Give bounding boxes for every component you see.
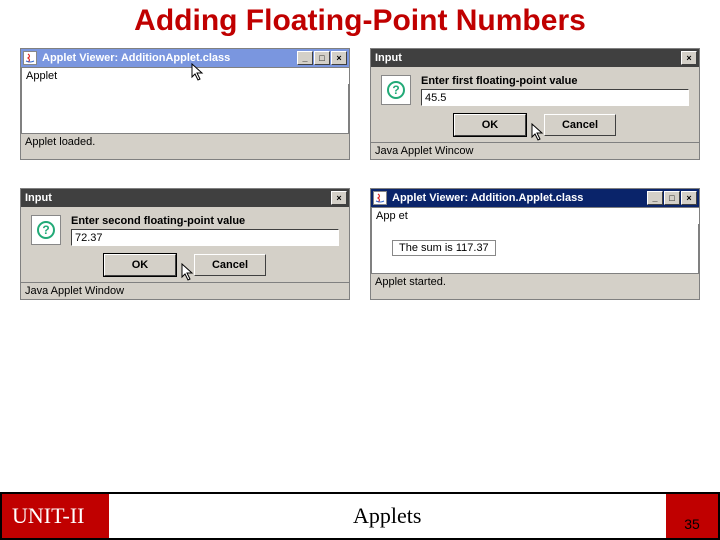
slide-footer: UNIT-II Applets 35: [0, 492, 720, 540]
status-bar: Java Applet Window: [21, 282, 349, 299]
window-controls: ×: [681, 51, 697, 65]
page-number: 35: [666, 494, 718, 538]
status-bar: Java Applet Wincow: [371, 142, 699, 159]
ok-button[interactable]: OK: [104, 254, 176, 276]
applet-menu-label[interactable]: App et: [371, 207, 699, 224]
applet-body: [21, 84, 349, 134]
question-icon: ?: [381, 75, 411, 105]
cancel-button[interactable]: Cancel: [194, 254, 266, 276]
cursor-icon: [181, 263, 197, 283]
dialog-prompt: Enter first floating-point value: [421, 75, 689, 87]
question-icon: ?: [31, 215, 61, 245]
slide-title: Adding Floating-Point Numbers: [0, 0, 720, 48]
java-icon: [23, 51, 37, 65]
close-button[interactable]: ×: [681, 51, 697, 65]
titlebar: Input ×: [371, 49, 699, 67]
window-title: Input: [373, 52, 678, 64]
unit-label: UNIT-II: [2, 494, 109, 538]
window-controls: ×: [331, 191, 347, 205]
titlebar: Input ×: [21, 189, 349, 207]
value-input[interactable]: [421, 89, 689, 106]
window-title: Applet Viewer: AdditionApplet.class: [40, 52, 294, 64]
cancel-label: Cancel: [212, 259, 248, 271]
dialog-body: ? Enter first floating-point value OK Ca…: [371, 67, 699, 142]
applet-menu-label[interactable]: Applet: [21, 67, 349, 84]
close-button[interactable]: ×: [331, 51, 347, 65]
titlebar: Applet Viewer: Addition.Applet.class _ □…: [371, 189, 699, 207]
ok-button[interactable]: OK: [454, 114, 526, 136]
minimize-button[interactable]: _: [647, 191, 663, 205]
dialog-body: ? Enter second floating-point value OK C…: [21, 207, 349, 282]
cancel-label: Cancel: [562, 119, 598, 131]
status-bar: Applet started.: [371, 274, 699, 290]
cancel-button[interactable]: Cancel: [544, 114, 616, 136]
screenshots-grid: Applet Viewer: AdditionApplet.class _ □ …: [0, 48, 720, 300]
maximize-button[interactable]: □: [664, 191, 680, 205]
window-title: Applet Viewer: Addition.Applet.class: [390, 192, 644, 204]
sum-output: The sum is 117.37: [392, 240, 496, 256]
close-button[interactable]: ×: [331, 191, 347, 205]
input-dialog-2: Input × ? Enter second floating-point va…: [20, 188, 350, 300]
maximize-button[interactable]: □: [314, 51, 330, 65]
value-input[interactable]: [71, 229, 339, 246]
svg-text:?: ?: [392, 83, 399, 97]
dialog-prompt: Enter second floating-point value: [71, 215, 339, 227]
applet-body: The sum is 117.37: [371, 224, 699, 274]
window-controls: _ □ ×: [297, 51, 347, 65]
status-bar: Applet loaded.: [21, 134, 349, 150]
minimize-button[interactable]: _: [297, 51, 313, 65]
applet-viewer-window-1: Applet Viewer: AdditionApplet.class _ □ …: [20, 48, 350, 160]
java-icon: [373, 191, 387, 205]
cursor-icon: [531, 123, 547, 143]
input-dialog-1: Input × ? Enter first floating-point val…: [370, 48, 700, 160]
titlebar: Applet Viewer: AdditionApplet.class _ □ …: [21, 49, 349, 67]
close-button[interactable]: ×: [681, 191, 697, 205]
window-controls: _ □ ×: [647, 191, 697, 205]
svg-text:?: ?: [42, 223, 49, 237]
applet-viewer-window-2: Applet Viewer: Addition.Applet.class _ □…: [370, 188, 700, 300]
topic-label: Applets: [109, 494, 667, 538]
window-title: Input: [23, 192, 328, 204]
